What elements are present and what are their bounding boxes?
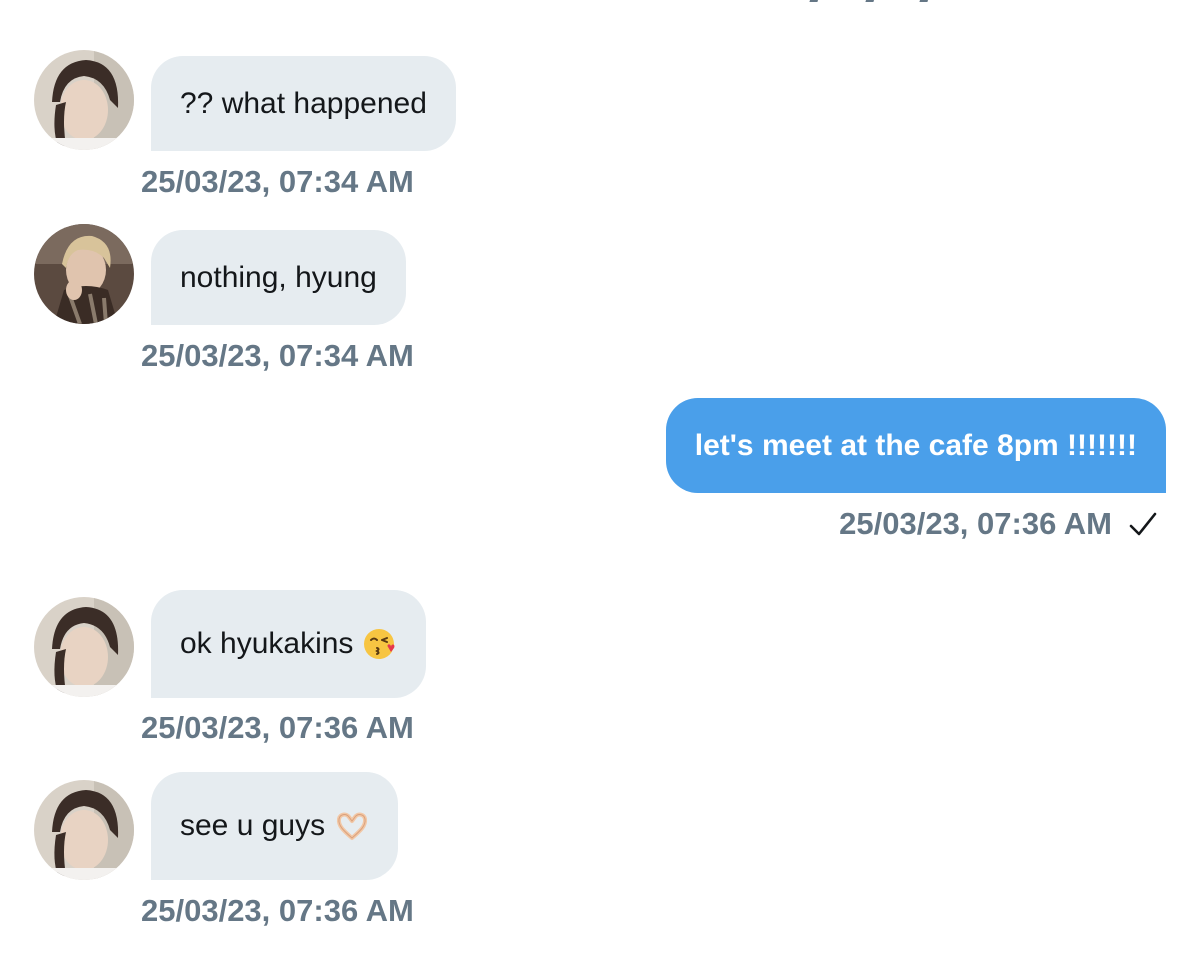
- avatar[interactable]: [34, 224, 134, 324]
- avatar[interactable]: [34, 780, 134, 880]
- message-timestamp: 25/03/23, 07:36 AM: [141, 710, 414, 745]
- avatar-photo-icon: [34, 224, 134, 324]
- face-blowing-kiss-icon: [363, 627, 397, 661]
- incoming-message-bubble[interactable]: ok hyukakins: [151, 590, 427, 698]
- outgoing-message-bubble[interactable]: let's meet at the cafe 8pm !!!!!!!: [665, 398, 1166, 493]
- message-timestamp: 25/03/23, 07:36 AM: [141, 893, 414, 928]
- avatar[interactable]: [34, 597, 134, 697]
- avatar-photo-icon: [34, 780, 134, 880]
- avatar-photo-icon: [34, 597, 134, 697]
- message-text: nothing, hyung: [180, 260, 377, 294]
- message-text: see u guys: [180, 809, 326, 842]
- message-text: let's meet at the cafe 8pm !!!!!!!: [694, 428, 1137, 462]
- message-text: ?? what happened: [180, 86, 427, 120]
- incoming-message-bubble[interactable]: see u guys: [151, 772, 399, 880]
- avatar-photo-icon: [34, 50, 134, 150]
- avatar[interactable]: [34, 50, 134, 150]
- previous-timestamp-fragment: [800, 0, 960, 6]
- message-timestamp: 25/03/23, 07:36 AM: [839, 506, 1112, 541]
- message-timestamp: 25/03/23, 07:34 AM: [141, 338, 414, 373]
- heart-hands-icon: [335, 809, 369, 843]
- message-timestamp: 25/03/23, 07:34 AM: [141, 164, 414, 199]
- incoming-message-bubble[interactable]: nothing, hyung: [151, 230, 406, 325]
- incoming-message-bubble[interactable]: ?? what happened: [151, 56, 456, 151]
- message-text: ok hyukakins: [180, 627, 354, 660]
- checkmark-icon: [1126, 508, 1160, 542]
